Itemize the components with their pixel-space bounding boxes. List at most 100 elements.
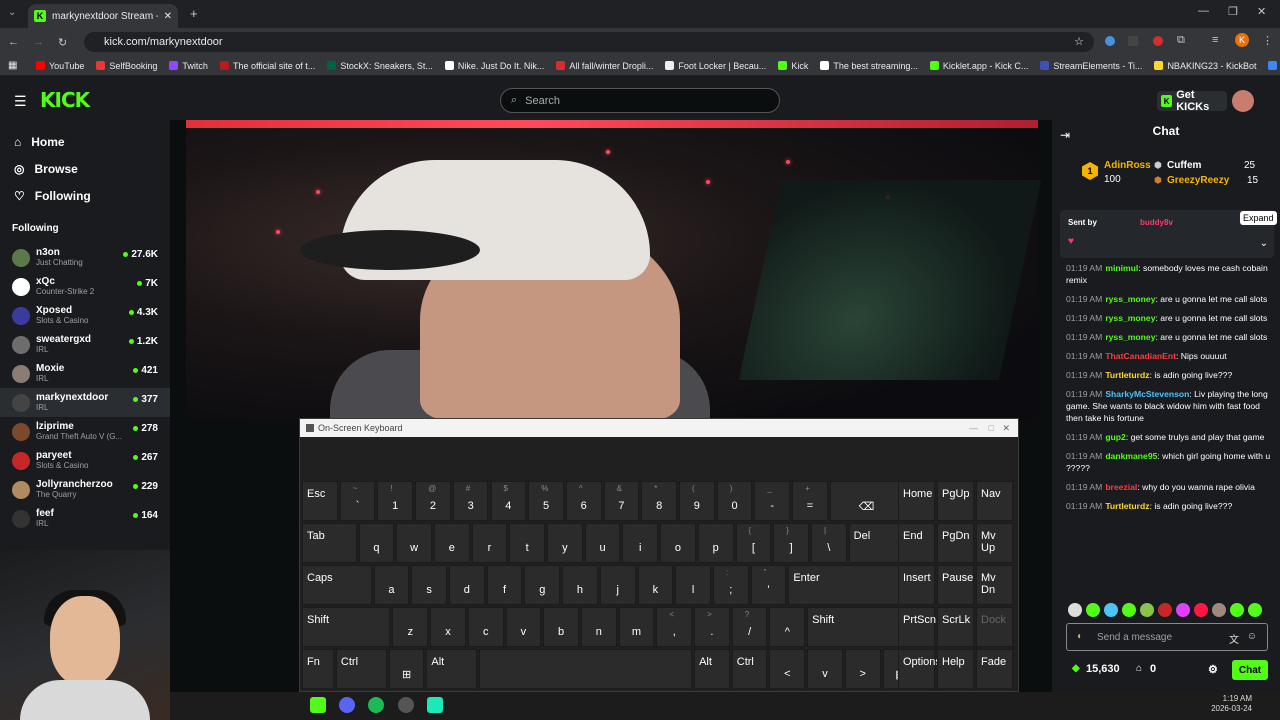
osk-key[interactable]: Caps xyxy=(302,565,372,605)
gift-leaderboard[interactable]: 1 AdinRoss 100 ⬢ Cuffem 25 ⬢ GreezyReezy… xyxy=(1062,156,1274,192)
osk-key[interactable]: & 7 xyxy=(603,481,640,521)
emoji-icon[interactable]: ☺ xyxy=(1247,631,1257,642)
emote-icon[interactable] xyxy=(1104,603,1118,617)
osk-title-bar[interactable]: On-Screen Keyboard — □ ✕ xyxy=(300,419,1018,437)
osk-key[interactable]: }] xyxy=(773,523,809,563)
menu-hamburger-icon[interactable]: ☰ xyxy=(14,93,27,110)
osk-key[interactable]: z xyxy=(392,607,429,647)
following-channel[interactable]: Moxie IRL 421 xyxy=(0,359,170,388)
osk-key[interactable]: Enter xyxy=(788,565,904,605)
osk-key[interactable]: Tab xyxy=(302,523,357,563)
chat-message[interactable]: 01:19 AM SharkyMcStevenson: Liv playing t… xyxy=(1066,388,1272,424)
osk-key[interactable]: l xyxy=(675,565,711,605)
bookmark-item[interactable]: StockX: Sneakers, St... xyxy=(327,61,433,71)
browser-menu-icon[interactable]: ⋮ xyxy=(1262,34,1273,47)
osk-key[interactable]: c xyxy=(467,607,504,647)
osk-key[interactable]: p xyxy=(697,523,734,563)
osk-key[interactable]: % 5 xyxy=(528,481,564,521)
osk-key[interactable]: t xyxy=(509,523,546,563)
osk-key[interactable]: <, xyxy=(656,607,693,647)
osk-key[interactable]: #3 xyxy=(452,481,489,521)
bookmark-star-icon[interactable]: ☆ xyxy=(1074,35,1084,48)
osk-key[interactable]: | \ xyxy=(810,523,847,563)
emote-icon[interactable] xyxy=(1212,603,1226,617)
bookmark-item[interactable]: Kicklet.app - Kick C... xyxy=(929,61,1028,71)
browser-tab[interactable]: K markynextdoor Stream - W ✕ xyxy=(28,4,178,28)
extension-icon-3[interactable] xyxy=(1153,36,1163,46)
taskbar-kick-icon[interactable] xyxy=(310,697,326,713)
message-username[interactable]: ryss_money xyxy=(1105,332,1155,342)
osk-nav-key[interactable]: Insert xyxy=(898,565,935,605)
osk-nav-key[interactable]: PrtScn xyxy=(898,607,936,647)
osk-key[interactable]: Fn xyxy=(302,649,334,689)
osk-key[interactable] xyxy=(479,649,693,689)
extensions-puzzle-icon[interactable]: ⧉ xyxy=(1177,34,1185,47)
extension-icon-2[interactable] xyxy=(1128,36,1138,46)
reload-icon[interactable]: ↻ xyxy=(58,36,67,49)
osk-key[interactable]: * 8 xyxy=(641,481,677,521)
osk-key[interactable]: :; xyxy=(712,565,749,605)
bookmark-item[interactable]: Foot Locker | Becau... xyxy=(665,61,766,71)
osk-key[interactable]: > xyxy=(844,649,881,689)
translate-icon[interactable]: 文 xyxy=(1229,631,1239,646)
following-channel[interactable]: Xposed Slots & Casino 4.3K xyxy=(0,301,170,330)
url-field[interactable]: kick.com/markynextdoor ☆ xyxy=(84,32,1094,52)
bookmark-item[interactable]: StreamElements - Ti... xyxy=(1040,61,1142,71)
emote-icon[interactable] xyxy=(1068,603,1082,617)
message-username[interactable]: Turtleturdz xyxy=(1105,370,1149,380)
chat-message[interactable]: 01:19 AM minimul: somebody loves me cash … xyxy=(1066,262,1272,286)
osk-nav-key[interactable]: Home xyxy=(898,481,935,521)
osk-key[interactable]: x xyxy=(430,607,466,647)
message-username[interactable]: minimul xyxy=(1105,263,1138,273)
bookmark-item[interactable]: Kick xyxy=(778,61,808,71)
profile-avatar[interactable]: K xyxy=(1235,33,1249,47)
bookmark-item[interactable]: YouTube xyxy=(36,61,84,71)
chat-message[interactable]: 01:19 AM breezial: why do you wanna rape … xyxy=(1066,481,1272,493)
osk-key[interactable]: Shift xyxy=(807,607,904,647)
osk-key[interactable]: ~ ` xyxy=(339,481,376,521)
chat-settings-gear-icon[interactable]: ⚙ xyxy=(1208,663,1218,676)
chat-message[interactable]: 01:19 AM Turtleturdz: is adin going live?… xyxy=(1066,369,1272,381)
osk-key[interactable]: v xyxy=(505,607,542,647)
osk-key[interactable]: m xyxy=(618,607,655,647)
osk-nav-key[interactable]: Options xyxy=(898,649,941,689)
osk-key[interactable]: d xyxy=(449,565,485,605)
osk-key[interactable]: ⊞ xyxy=(388,649,425,689)
osk-key[interactable]: o xyxy=(660,523,696,563)
osk-nav-key[interactable]: End xyxy=(898,523,935,563)
forward-icon[interactable]: → xyxy=(33,36,44,48)
back-icon[interactable]: ← xyxy=(8,36,19,48)
osk-key[interactable]: " ' xyxy=(750,565,787,605)
osk-key[interactable]: u xyxy=(584,523,621,563)
osk-key[interactable]: j xyxy=(599,565,636,605)
osk-nav-key[interactable]: PgUp xyxy=(937,481,974,521)
osk-key[interactable]: Del xyxy=(848,523,904,563)
osk-key[interactable]: Alt xyxy=(694,649,730,689)
emote-icon[interactable] xyxy=(1086,603,1100,617)
message-username[interactable]: dankmane95 xyxy=(1105,451,1157,461)
emote-icon[interactable] xyxy=(1194,603,1208,617)
chat-message[interactable]: 01:19 AM ryss_money: are u gonna let me c… xyxy=(1066,331,1272,343)
message-username[interactable]: SharkyMcStevenson xyxy=(1105,389,1189,399)
osk-key[interactable]: ⌫ xyxy=(829,481,904,521)
taskbar-app-icon[interactable] xyxy=(398,697,414,713)
osk-key[interactable]: (9 xyxy=(679,481,715,521)
osk-key[interactable]: ) 0 xyxy=(716,481,753,521)
osk-key[interactable]: q xyxy=(358,523,395,563)
chat-input[interactable]: ◐ Send a message 文 ☺ xyxy=(1066,623,1268,651)
osk-key[interactable]: b xyxy=(543,607,579,647)
osk-close-icon[interactable]: ✕ xyxy=(1002,423,1010,434)
osk-key[interactable]: s xyxy=(411,565,448,605)
message-username[interactable]: ryss_money xyxy=(1105,313,1155,323)
search-input[interactable]: ⌕ Search xyxy=(500,88,780,113)
following-channel[interactable]: paryeet Slots & Casino 267 xyxy=(0,446,170,475)
chat-message[interactable]: 01:19 AM gup2: get some trulys and play t… xyxy=(1066,431,1272,443)
tab-list-icon[interactable]: ⌄ xyxy=(8,7,16,18)
close-window-icon[interactable]: ✕ xyxy=(1257,5,1266,18)
osk-nav-key[interactable]: Mv Up xyxy=(976,523,1013,563)
chat-message[interactable]: 01:19 AM ryss_money: are u gonna let me c… xyxy=(1066,293,1272,305)
osk-nav-key[interactable]: Mv Dn xyxy=(976,565,1013,605)
emote-icon[interactable] xyxy=(1248,603,1262,617)
nav-item-following[interactable]: ♡ Following xyxy=(0,182,170,209)
bookmark-item[interactable]: NBAKING23 - KickBot xyxy=(1154,61,1256,71)
